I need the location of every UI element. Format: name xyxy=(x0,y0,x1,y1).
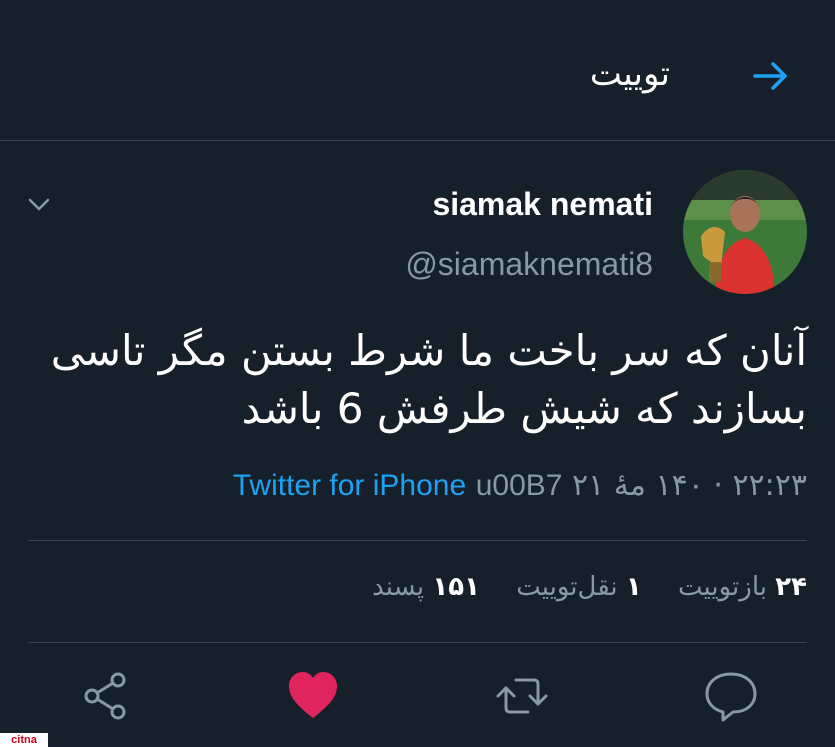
heart-icon[interactable] xyxy=(285,668,341,724)
likes-stat[interactable]: ۱۵۱ پسند xyxy=(372,572,480,602)
tweet-meta: ۲۲:۲۳ · ۱۴۰ مهٔ ۲۱ u00B7 Twitter for iPh… xyxy=(233,468,807,503)
user-handle[interactable]: @siamaknemati8 xyxy=(405,246,653,283)
arrow-right-icon[interactable] xyxy=(751,56,791,96)
tweet-time: ۲۲:۲۳ · ۱۴۰ مهٔ ۲۱ xyxy=(572,468,807,503)
share-icon[interactable] xyxy=(78,668,134,724)
retweet-icon[interactable] xyxy=(494,668,550,724)
avatar[interactable] xyxy=(683,170,807,294)
display-name[interactable]: siamak nemati xyxy=(432,186,653,223)
meta-separator: u00B7 xyxy=(475,469,563,502)
quotes-stat[interactable]: ۱ نقل‌توییت xyxy=(516,572,642,602)
action-bar xyxy=(0,662,835,732)
retweets-stat[interactable]: ۲۴ بازتوییت xyxy=(678,572,807,602)
watermark-logo: citna xyxy=(0,733,48,747)
header-bar: توییت xyxy=(0,0,835,141)
page-title: توییت xyxy=(589,54,670,94)
tweet-source-link[interactable]: Twitter for iPhone xyxy=(233,469,466,502)
divider xyxy=(28,540,807,541)
comment-icon[interactable] xyxy=(703,668,759,724)
divider xyxy=(28,642,807,643)
chevron-down-icon[interactable] xyxy=(24,190,54,220)
tweet-text: آنان که سر باخت ما شرط بستن مگر تاسی بسا… xyxy=(50,326,807,433)
tweet-stats: ۲۴ بازتوییت ۱ نقل‌توییت ۱۵۱ پسند xyxy=(344,572,807,602)
